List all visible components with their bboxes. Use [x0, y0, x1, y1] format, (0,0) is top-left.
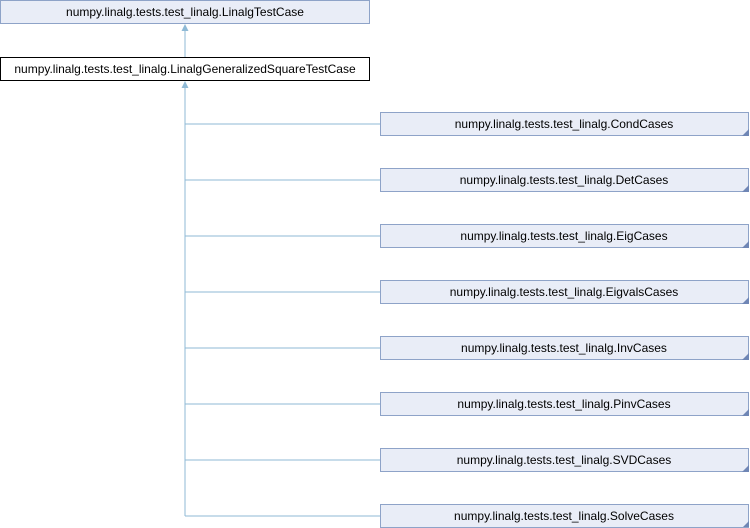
node-child-label: numpy.linalg.tests.test_linalg.PinvCases [457, 397, 670, 411]
node-child-pinv-cases[interactable]: numpy.linalg.tests.test_linalg.PinvCases [380, 392, 750, 417]
node-current-class-label: numpy.linalg.tests.test_linalg.LinalgGen… [14, 62, 356, 76]
node-child-label: numpy.linalg.tests.test_linalg.DetCases [460, 173, 669, 187]
node-base-class[interactable]: numpy.linalg.tests.test_linalg.LinalgTes… [0, 0, 370, 24]
node-child-svd-cases[interactable]: numpy.linalg.tests.test_linalg.SVDCases [380, 448, 750, 473]
node-child-det-cases[interactable]: numpy.linalg.tests.test_linalg.DetCases [380, 168, 750, 193]
node-current-class[interactable]: numpy.linalg.tests.test_linalg.LinalgGen… [0, 57, 370, 81]
edge-current-to-base [181, 24, 189, 57]
inheritance-diagram: numpy.linalg.tests.test_linalg.LinalgTes… [0, 0, 750, 528]
node-base-class-label: numpy.linalg.tests.test_linalg.LinalgTes… [66, 5, 304, 19]
edge-children-trunk [181, 81, 189, 516]
node-child-label: numpy.linalg.tests.test_linalg.EigCases [460, 229, 667, 243]
node-child-inv-cases[interactable]: numpy.linalg.tests.test_linalg.InvCases [380, 336, 750, 361]
node-child-label: numpy.linalg.tests.test_linalg.SVDCases [457, 453, 672, 467]
node-child-eig-cases[interactable]: numpy.linalg.tests.test_linalg.EigCases [380, 224, 750, 249]
node-child-eigvals-cases[interactable]: numpy.linalg.tests.test_linalg.EigvalsCa… [380, 280, 750, 305]
node-child-solve-cases[interactable]: numpy.linalg.tests.test_linalg.SolveCase… [380, 504, 750, 528]
node-child-label: numpy.linalg.tests.test_linalg.SolveCase… [454, 509, 674, 523]
node-child-cond-cases[interactable]: numpy.linalg.tests.test_linalg.CondCases [380, 112, 750, 137]
node-child-label: numpy.linalg.tests.test_linalg.CondCases [455, 117, 674, 131]
node-child-label: numpy.linalg.tests.test_linalg.InvCases [461, 341, 667, 355]
node-child-label: numpy.linalg.tests.test_linalg.EigvalsCa… [450, 285, 679, 299]
